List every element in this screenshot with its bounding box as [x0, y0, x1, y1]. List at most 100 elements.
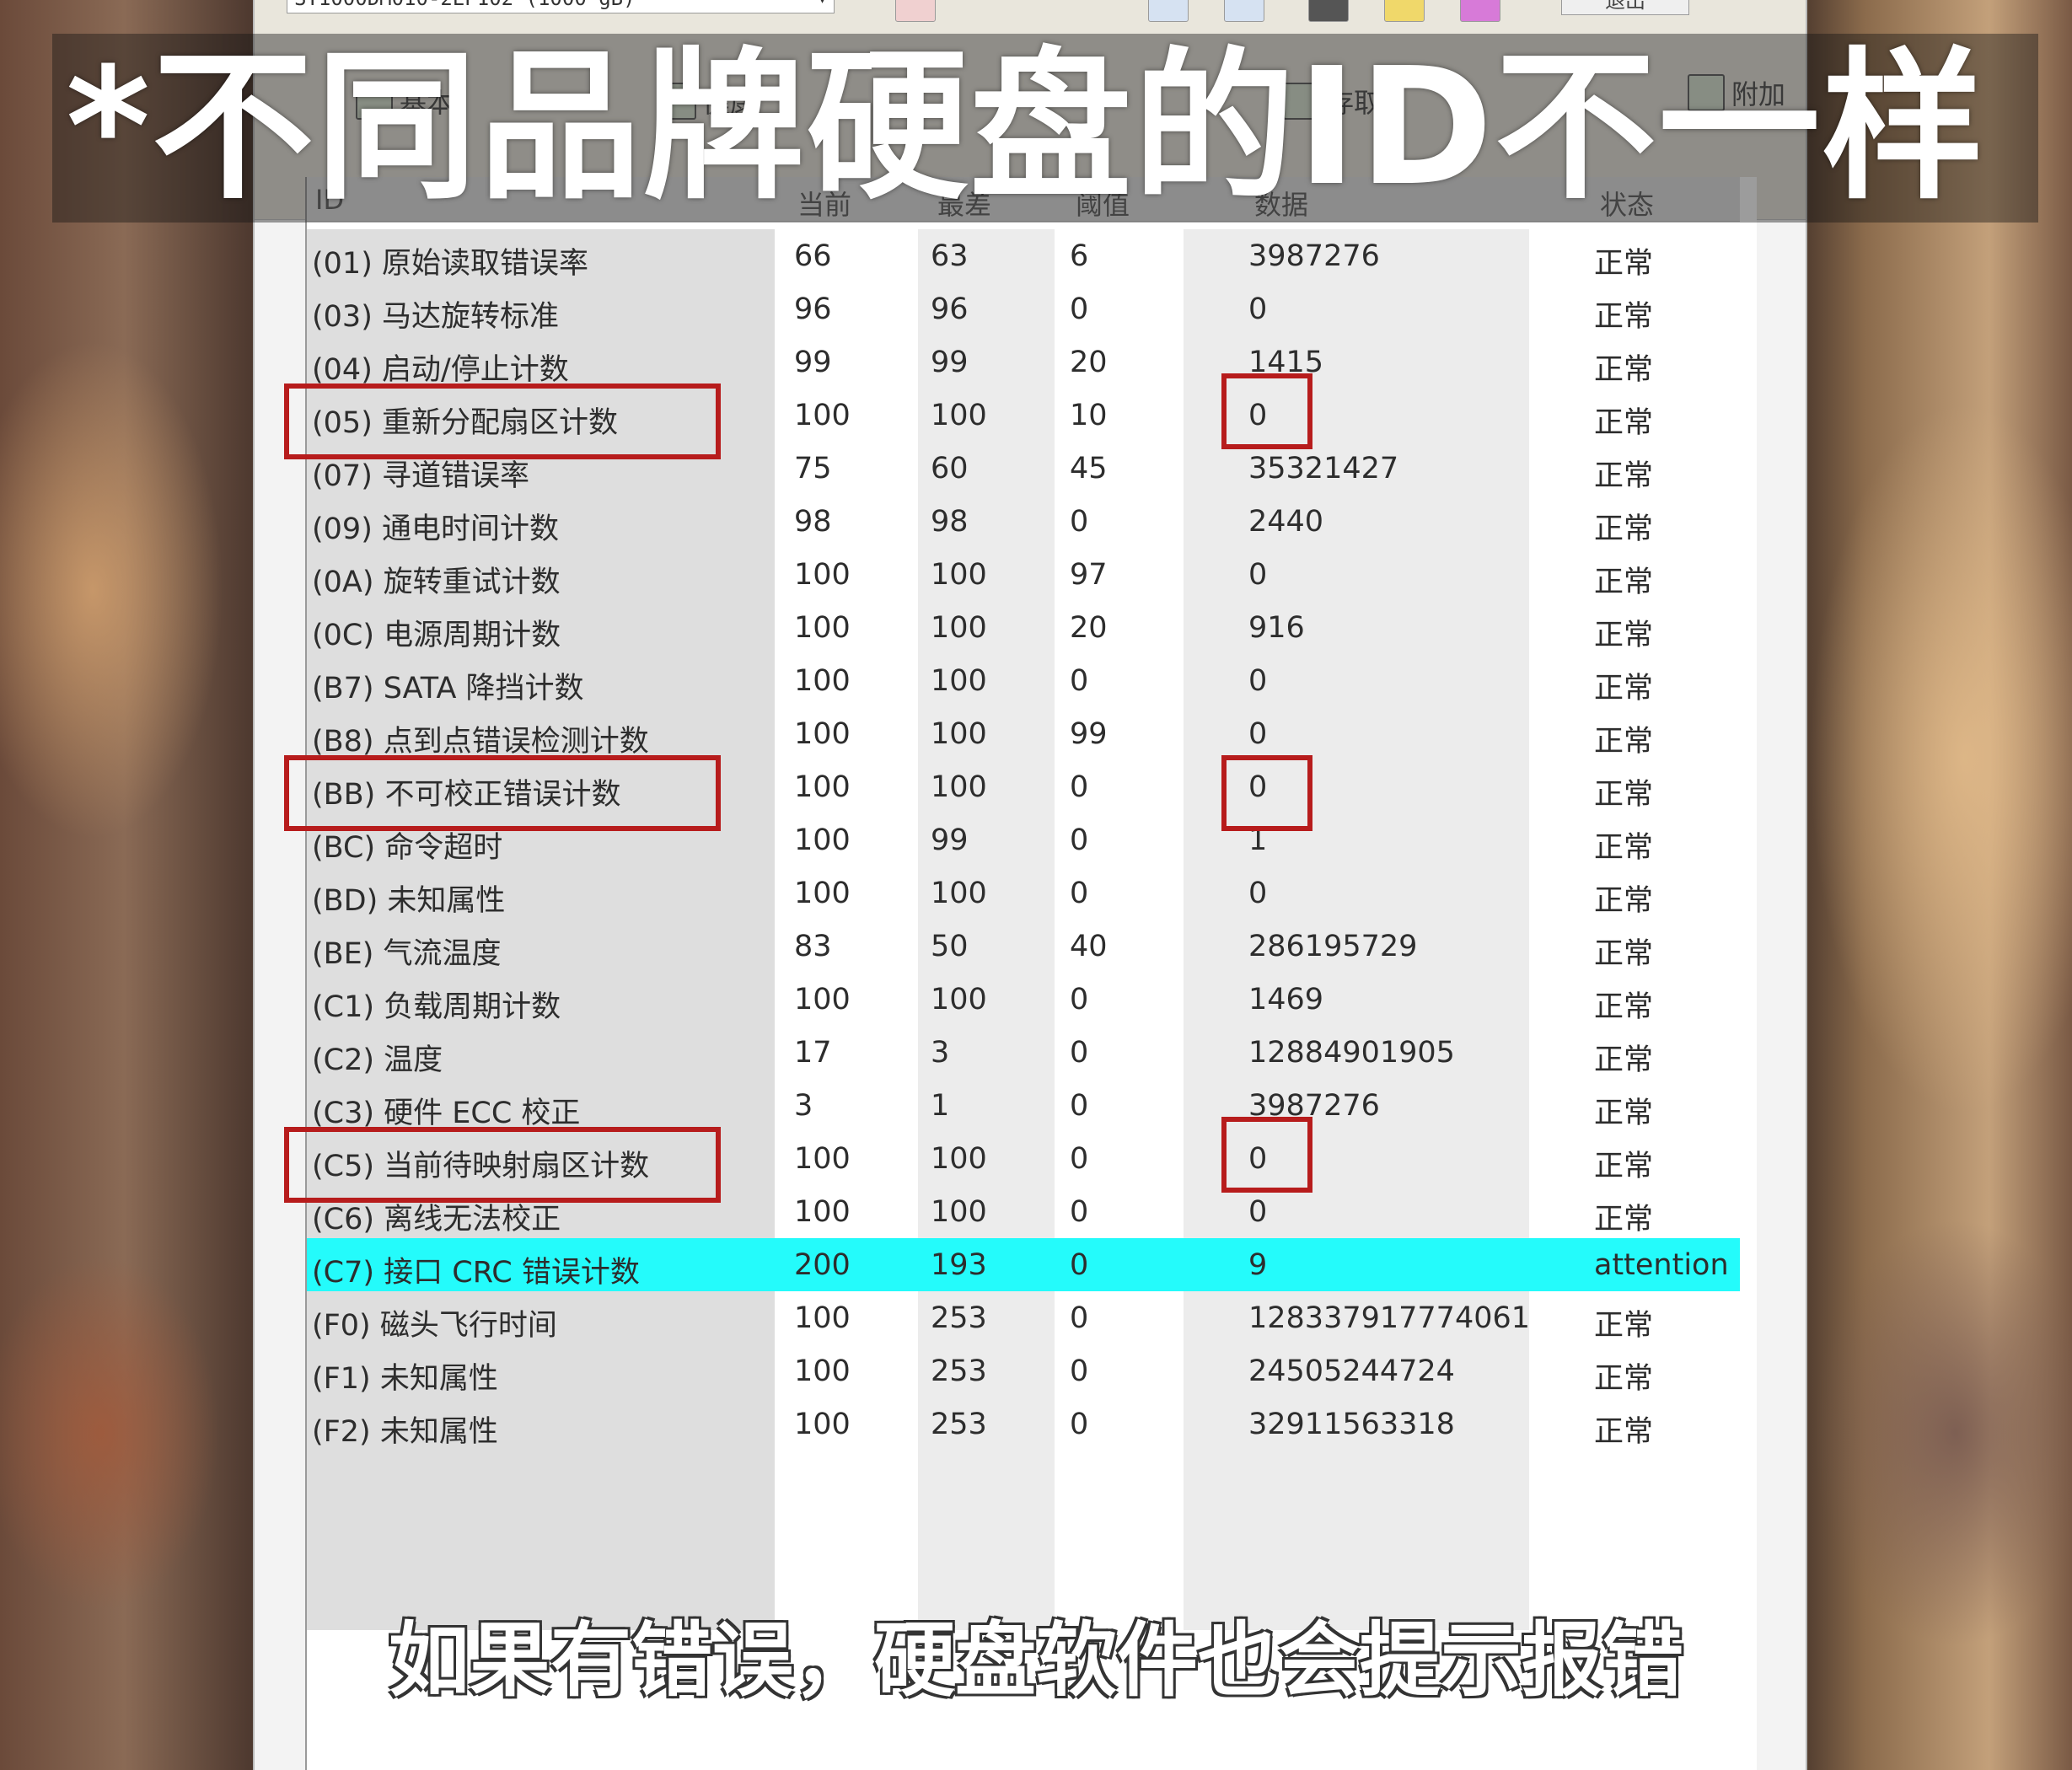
cell-worst: 100: [931, 1195, 987, 1229]
cell-threshold: 97: [1070, 558, 1108, 592]
cell-id: (B7) SATA 降挡计数: [312, 672, 584, 705]
exit-button[interactable]: 退出: [1561, 0, 1689, 15]
cell-worst: 3: [931, 1036, 950, 1070]
save-icon[interactable]: [1308, 0, 1349, 22]
cell-threshold: 0: [1070, 1089, 1089, 1123]
cell-status: 正常: [1594, 1043, 1654, 1077]
table-row[interactable]: (B8) 点到点错误检测计数 100 100 99 0 正常: [307, 707, 1740, 760]
table-row[interactable]: (C7) 接口 CRC 错误计数 200 193 0 9 attention: [307, 1238, 1740, 1291]
table-row[interactable]: (01) 原始读取错误率 66 63 6 3987276 正常: [307, 229, 1740, 282]
cell-threshold: 40: [1070, 930, 1108, 963]
cell-threshold: 0: [1070, 1036, 1089, 1070]
cell-current: 100: [794, 717, 851, 751]
drive-select-value: ST1000DM010-2EP102 (1000 gB): [294, 0, 636, 10]
cell-current: 66: [794, 239, 832, 273]
cell-status: 正常: [1594, 778, 1654, 812]
table-row[interactable]: (BD) 未知属性 100 100 0 0 正常: [307, 866, 1740, 920]
highlight-box-id-c5: [284, 1127, 721, 1203]
cell-current: 100: [794, 1354, 851, 1388]
cell-worst: 98: [931, 505, 969, 539]
table-row[interactable]: (C1) 负载周期计数 100 100 0 1469 正常: [307, 973, 1740, 1026]
cell-threshold: 0: [1070, 292, 1089, 326]
cell-threshold: 99: [1070, 717, 1108, 751]
table-row[interactable]: (0A) 旋转重试计数 100 100 97 0 正常: [307, 548, 1740, 601]
cell-id: (B8) 点到点错误检测计数: [312, 725, 649, 759]
cell-threshold: 20: [1070, 346, 1108, 379]
copy-icon[interactable]: [1148, 0, 1189, 22]
cell-id: (04) 启动/停止计数: [312, 353, 569, 387]
cell-current: 200: [794, 1248, 851, 1282]
cell-threshold: 0: [1070, 1142, 1089, 1176]
table-row[interactable]: (F0) 磁头飞行时间 100 253 0 128337917774061 正常: [307, 1291, 1740, 1344]
cell-current: 100: [794, 983, 851, 1016]
cell-raw-data: 916: [1248, 611, 1305, 645]
table-row[interactable]: (B7) SATA 降挡计数 100 100 0 0 正常: [307, 654, 1740, 707]
table-row[interactable]: (03) 马达旋转标准 96 96 0 0 正常: [307, 282, 1740, 335]
cell-raw-data: 0: [1248, 558, 1268, 592]
cell-status: 正常: [1594, 619, 1654, 652]
table-row[interactable]: (F1) 未知属性 100 253 0 24505244724 正常: [307, 1344, 1740, 1397]
table-row[interactable]: (BE) 气流温度 83 50 40 286195729 正常: [307, 920, 1740, 973]
shield-icon[interactable]: [1460, 0, 1500, 22]
cell-status: 正常: [1594, 725, 1654, 759]
cell-current: 100: [794, 1301, 851, 1335]
cell-current: 100: [794, 1408, 851, 1441]
smart-attribute-table: ID 当前 最差 阈值 数据 状态 (01) 原始读取错误率 66 63 6 39872…: [284, 177, 1757, 1770]
table-row[interactable]: (09) 通电时间计数 98 98 0 2440 正常: [307, 495, 1740, 548]
gear-icon[interactable]: [1384, 0, 1425, 22]
cell-raw-data: 128337917774061: [1248, 1301, 1531, 1335]
cell-id: (0A) 旋转重试计数: [312, 566, 561, 599]
cell-threshold: 6: [1070, 239, 1089, 273]
cell-threshold: 0: [1070, 823, 1089, 857]
cell-id: (F1) 未知属性: [312, 1362, 498, 1396]
cell-current: 100: [794, 823, 851, 857]
cell-id: (BD) 未知属性: [312, 884, 506, 918]
cell-raw-data: 35321427: [1248, 452, 1399, 485]
table-row[interactable]: (C2) 温度 17 3 0 12884901905 正常: [307, 1026, 1740, 1079]
table-row[interactable]: (04) 启动/停止计数 99 99 20 1415 正常: [307, 335, 1740, 389]
highlight-box-id-05: [284, 384, 721, 459]
table-row[interactable]: (C3) 硬件 ECC 校正 3 1 0 3987276 正常: [307, 1079, 1740, 1132]
paste-icon[interactable]: [1224, 0, 1264, 22]
cell-status: 正常: [1594, 1150, 1654, 1183]
cell-id: (C2) 温度: [312, 1043, 443, 1077]
cell-worst: 99: [931, 346, 969, 379]
cell-status: 正常: [1594, 831, 1654, 865]
cell-status: 正常: [1594, 247, 1654, 281]
table-row[interactable]: (0C) 电源周期计数 100 100 20 916 正常: [307, 601, 1740, 654]
cell-worst: 253: [931, 1301, 987, 1335]
cell-status: 正常: [1594, 300, 1654, 334]
cell-status: 正常: [1594, 1415, 1654, 1449]
overlay-title: *不同品牌硬盘的ID不一样: [66, 34, 1986, 222]
cell-raw-data: 1469: [1248, 983, 1324, 1016]
cell-id: (03) 马达旋转标准: [312, 300, 559, 334]
cell-worst: 100: [931, 983, 987, 1016]
cell-raw-data: 286195729: [1248, 930, 1418, 963]
cell-worst: 253: [931, 1354, 987, 1388]
cell-status: 正常: [1594, 1097, 1654, 1130]
cell-current: 100: [794, 558, 851, 592]
cell-threshold: 0: [1070, 1195, 1089, 1229]
cell-threshold: 20: [1070, 611, 1108, 645]
table-row[interactable]: (F2) 未知属性 100 253 0 32911563318 正常: [307, 1397, 1740, 1451]
cell-raw-data: 32911563318: [1248, 1408, 1455, 1441]
cell-current: 100: [794, 877, 851, 910]
cell-worst: 100: [931, 877, 987, 910]
cell-status: 正常: [1594, 353, 1654, 387]
cell-current: 100: [794, 664, 851, 698]
chevron-down-icon[interactable]: ▾: [818, 0, 827, 13]
cell-current: 99: [794, 346, 832, 379]
smart-tool-window: ST1000DM010-2EP102 (1000 gB) ▾ 退出 基本 健康 …: [253, 0, 1807, 1770]
thermometer-icon[interactable]: [895, 0, 936, 22]
cell-threshold: 0: [1070, 1408, 1089, 1441]
cell-threshold: 10: [1070, 399, 1108, 432]
cell-raw-data: 0: [1248, 292, 1268, 326]
cell-worst: 193: [931, 1248, 987, 1282]
cell-status: 正常: [1594, 459, 1654, 493]
cell-worst: 100: [931, 1142, 987, 1176]
cell-status: 正常: [1594, 1203, 1654, 1236]
cell-worst: 99: [931, 823, 969, 857]
cell-raw-data: 12884901905: [1248, 1036, 1455, 1070]
cell-id: (01) 原始读取错误率: [312, 247, 588, 281]
drive-select[interactable]: ST1000DM010-2EP102 (1000 gB) ▾: [287, 0, 835, 13]
